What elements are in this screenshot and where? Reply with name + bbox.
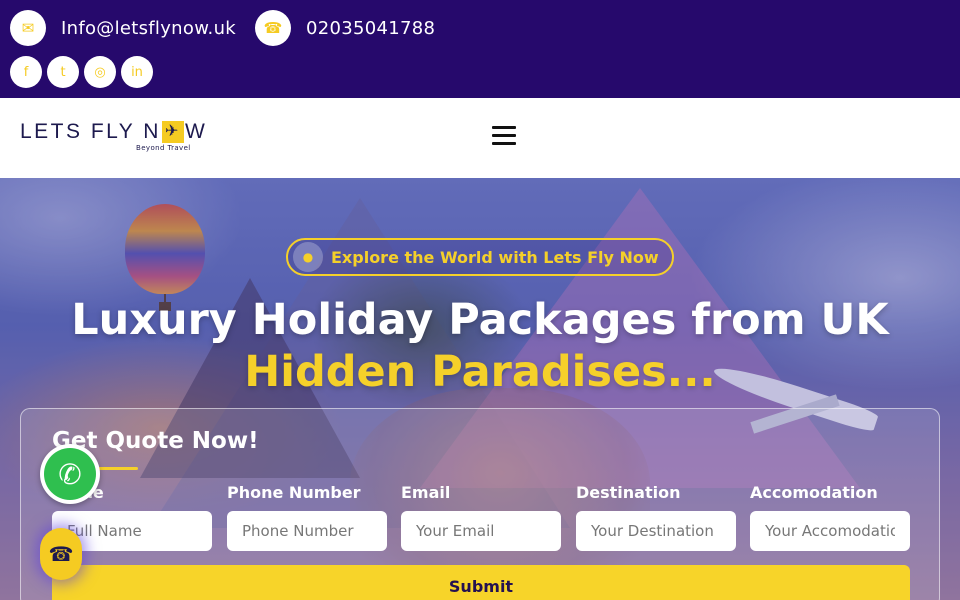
- accomodation-field-group: Accomodation: [750, 483, 910, 551]
- badge-text: Explore the World with Lets Fly Now: [331, 247, 659, 267]
- phone-label: Phone Number: [227, 483, 361, 502]
- destination-field-group: Destination: [576, 483, 736, 551]
- main-navbar: LETS FLY N ✈ W Beyond Travel: [0, 98, 960, 178]
- instagram-icon[interactable]: ◎: [84, 56, 116, 88]
- destination-input[interactable]: [576, 511, 736, 551]
- quote-form: Get Quote Now! Name Phone Number Email D…: [20, 408, 940, 600]
- whatsapp-icon: ✆: [44, 448, 96, 500]
- hamburger-menu-icon[interactable]: [492, 126, 516, 145]
- email-contact[interactable]: ✉ Info@letsflynow.uk: [10, 10, 236, 46]
- hero-section: ● Explore the World with Lets Fly Now Lu…: [0, 178, 960, 600]
- globe-icon: ●: [293, 242, 323, 272]
- envelope-icon: ✉: [10, 10, 46, 46]
- logo-text-end: W: [184, 120, 208, 143]
- airplane-icon: ✈: [161, 121, 184, 143]
- site-logo[interactable]: LETS FLY N ✈ W Beyond Travel: [20, 120, 210, 156]
- phone-input[interactable]: [227, 511, 387, 551]
- accomodation-input[interactable]: [750, 511, 910, 551]
- phone-call-icon: ☎: [48, 542, 74, 566]
- linkedin-icon[interactable]: in: [121, 56, 153, 88]
- phone-icon: ☎: [255, 10, 291, 46]
- hero-subtitle: Hidden Paradises...: [244, 347, 716, 397]
- accomodation-label: Accomodation: [750, 483, 878, 502]
- social-links: f t ◎ in: [10, 56, 153, 88]
- phone-field-group: Phone Number: [227, 483, 387, 551]
- top-contact-bar: ✉ Info@letsflynow.uk ☎ 02035041788 f t ◎…: [0, 0, 960, 98]
- hero-title: Luxury Holiday Packages from UK: [71, 295, 889, 345]
- destination-label: Destination: [576, 483, 681, 502]
- call-button[interactable]: ☎: [40, 528, 82, 580]
- phone-contact[interactable]: ☎ 02035041788: [255, 10, 435, 46]
- phone-text[interactable]: 02035041788: [306, 18, 435, 39]
- logo-tagline: Beyond Travel: [136, 144, 191, 152]
- twitter-icon[interactable]: t: [47, 56, 79, 88]
- email-field-group: Email: [401, 483, 561, 551]
- email-label: Email: [401, 483, 451, 502]
- submit-button[interactable]: Submit: [52, 565, 910, 600]
- logo-wordmark: LETS FLY N ✈ W: [20, 120, 210, 144]
- explore-badge: ● Explore the World with Lets Fly Now: [286, 238, 674, 276]
- email-text[interactable]: Info@letsflynow.uk: [61, 18, 236, 39]
- whatsapp-button[interactable]: ✆: [40, 444, 100, 504]
- logo-text-start: LETS FLY N: [20, 120, 161, 143]
- email-input[interactable]: [401, 511, 561, 551]
- facebook-icon[interactable]: f: [10, 56, 42, 88]
